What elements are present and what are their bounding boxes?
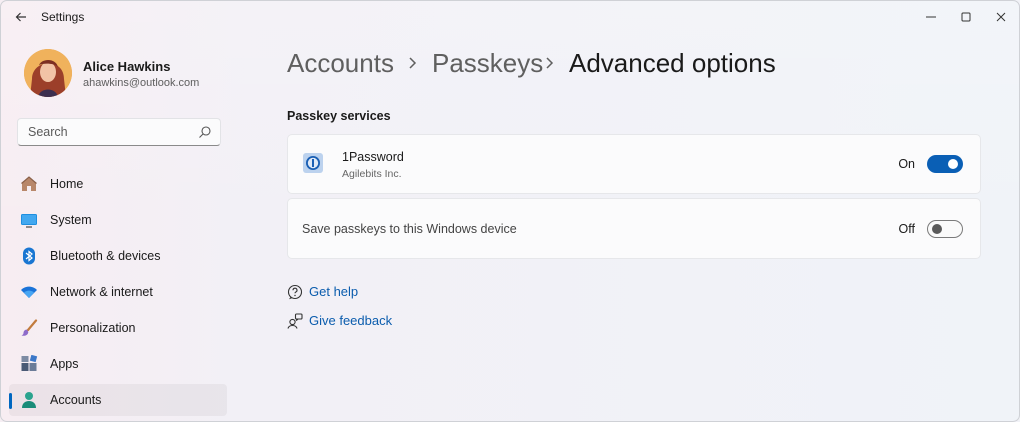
search-icon	[199, 126, 211, 138]
close-button[interactable]	[989, 7, 1013, 27]
sidebar-item-label: Personalization	[50, 321, 136, 335]
1password-icon	[303, 153, 323, 173]
maximize-button[interactable]	[954, 7, 978, 27]
sidebar-item-bluetooth[interactable]: Bluetooth & devices	[9, 240, 227, 272]
avatar[interactable]	[24, 49, 72, 97]
back-button[interactable]	[11, 7, 31, 27]
sidebar-item-label: Apps	[50, 357, 79, 371]
sidebar-item-label: Bluetooth & devices	[50, 249, 161, 263]
service-name: 1Password	[342, 150, 404, 164]
chevron-right-icon	[546, 57, 554, 69]
app-title: Settings	[41, 10, 85, 24]
minimize-button[interactable]	[919, 7, 943, 27]
close-icon	[996, 12, 1006, 22]
bluetooth-icon	[23, 247, 35, 265]
windows-device-toggle[interactable]	[927, 220, 963, 238]
home-icon	[21, 176, 37, 191]
breadcrumb-passkeys[interactable]: Passkeys	[432, 48, 543, 79]
sidebar-item-network[interactable]: Network & internet	[9, 276, 227, 308]
get-help-text: Get help	[309, 284, 359, 299]
sidebar-item-accounts[interactable]: Accounts	[9, 384, 227, 416]
toggle-state-label: Off	[898, 222, 915, 236]
sidebar-item-label: System	[50, 213, 92, 227]
wifi-icon	[21, 286, 37, 298]
passkey-service-windows: Save passkeys to this Windows device Off	[287, 198, 981, 259]
accounts-icon	[22, 392, 36, 408]
passkey-service-1password: 1Password Agilebits Inc. On	[287, 134, 981, 194]
active-indicator	[9, 393, 12, 409]
section-title: Passkey services	[287, 109, 391, 123]
sidebar-item-label: Network & internet	[50, 285, 153, 299]
page-title: Advanced options	[569, 48, 776, 78]
system-icon	[21, 214, 37, 228]
service-name: Save passkeys to this Windows device	[302, 222, 517, 236]
chevron-right-icon	[409, 57, 417, 69]
feedback-icon	[287, 313, 303, 329]
toggle-state-label: On	[898, 157, 915, 171]
maximize-icon	[961, 12, 971, 22]
back-arrow-icon	[15, 12, 26, 22]
user-name: Alice Hawkins	[83, 59, 171, 74]
sidebar-item-label: Accounts	[50, 393, 102, 407]
search-placeholder: Search	[28, 125, 68, 139]
1password-toggle[interactable]	[927, 155, 963, 173]
toggle-knob	[948, 159, 958, 169]
sidebar-item-apps[interactable]: Apps	[9, 348, 227, 380]
sidebar-item-personalization[interactable]: Personalization	[9, 312, 227, 344]
sidebar-item-label: Home	[50, 177, 84, 191]
apps-icon	[21, 355, 38, 371]
minimize-icon	[926, 16, 936, 18]
sidebar-item-system[interactable]: System	[9, 204, 227, 236]
search-input[interactable]: Search	[17, 118, 221, 146]
give-feedback-text: Give feedback	[309, 313, 393, 328]
title-bar: Settings	[1, 1, 1019, 33]
sidebar-item-home[interactable]: Home	[9, 168, 227, 200]
service-vendor: Agilebits Inc.	[342, 168, 402, 180]
settings-window: Settings Alice Hawkins ahawkins@outlook.…	[0, 0, 1020, 422]
breadcrumb-accounts[interactable]: Accounts	[287, 48, 394, 79]
help-icon	[287, 284, 303, 300]
user-photo-icon	[24, 49, 72, 97]
user-email: ahawkins@outlook.com	[83, 77, 200, 89]
toggle-knob	[932, 224, 942, 234]
brush-icon	[21, 319, 38, 336]
